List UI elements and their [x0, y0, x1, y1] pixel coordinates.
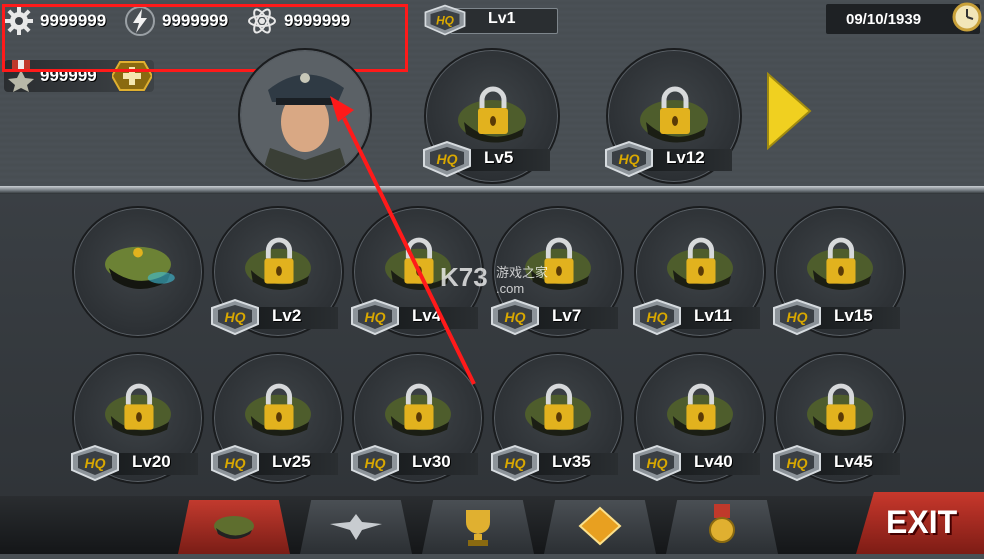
level-label-lv25: HQ Lv25	[208, 444, 338, 482]
next-page-button[interactable]	[766, 71, 812, 151]
officer-slot-unlocked[interactable]	[72, 206, 204, 338]
hq-badge-icon: HQ	[423, 140, 471, 178]
level-text: Lv25	[272, 452, 311, 471]
svg-text:HQ: HQ	[225, 309, 246, 325]
tab-resources[interactable]	[544, 500, 656, 554]
level-label-lv35: HQ Lv35	[488, 444, 618, 482]
svg-text:HQ: HQ	[85, 455, 106, 471]
level-text: Lv35	[552, 452, 591, 471]
level-text: Lv15	[834, 306, 873, 325]
officer-cap-icon	[105, 246, 175, 289]
level-label-lv12: HQ Lv12	[602, 140, 732, 178]
level-label-lv20: HQ Lv20	[68, 444, 198, 482]
svg-text:HQ: HQ	[787, 455, 808, 471]
svg-text:HQ: HQ	[647, 455, 668, 471]
svg-text:HQ: HQ	[437, 151, 458, 167]
hq-badge-icon: HQ	[491, 444, 539, 482]
wrench-wings-icon	[330, 514, 382, 540]
clock-icon	[952, 2, 982, 32]
officer-avatar-icon	[241, 51, 369, 179]
tab-achievements[interactable]	[422, 500, 534, 554]
level-text: Lv2	[272, 306, 302, 325]
section-divider	[0, 186, 984, 194]
hq-badge-icon: HQ	[211, 298, 259, 336]
svg-text:HQ: HQ	[505, 455, 526, 471]
hq-badge-icon: HQ	[633, 444, 681, 482]
arrow-right-icon	[767, 71, 812, 151]
level-text: Lv11	[694, 306, 732, 325]
level-label-lv11: HQ Lv11	[630, 298, 760, 336]
hq-badge-icon: HQ	[351, 444, 399, 482]
level-text: Lv30	[412, 452, 451, 471]
level-label-lv5: HQ Lv5	[420, 140, 550, 178]
hq-badge-icon: HQ	[605, 140, 653, 178]
tab-medals[interactable]	[666, 500, 778, 554]
level-label-lv45: HQ Lv45	[770, 444, 900, 482]
svg-text:HQ: HQ	[647, 309, 668, 325]
hq-level-text: Lv1	[488, 10, 516, 27]
hq-badge-icon: HQ	[71, 444, 119, 482]
exit-button[interactable]: EXIT	[856, 492, 984, 554]
hq-badge-icon: HQ	[773, 298, 821, 336]
level-text: Lv20	[132, 452, 171, 471]
exit-label: EXIT	[886, 504, 958, 540]
level-label-lv15: HQ Lv15	[770, 298, 900, 336]
level-label-lv7: HQ Lv7	[488, 298, 618, 336]
level-text: Lv45	[834, 452, 873, 471]
svg-text:HQ: HQ	[365, 455, 386, 471]
level-text: Lv4	[412, 306, 442, 325]
officer-portrait[interactable]	[238, 48, 372, 182]
level-text: Lv7	[552, 306, 582, 325]
diamond-icon	[578, 506, 622, 546]
level-text: Lv40	[694, 452, 733, 471]
watermark-sub: 游戏之家 .com	[496, 265, 549, 296]
clock-button[interactable]	[952, 2, 982, 32]
tab-upgrades[interactable]	[300, 500, 412, 554]
svg-text:HQ: HQ	[436, 13, 455, 27]
medal-icon	[709, 504, 735, 543]
svg-text:HQ: HQ	[619, 151, 640, 167]
hq-badge-icon: HQ	[351, 298, 399, 336]
hq-badge-icon: HQ	[211, 444, 259, 482]
hq-badge-icon: HQ	[773, 444, 821, 482]
trophy-icon	[466, 510, 490, 546]
hq-badge-icon: HQ	[491, 298, 539, 336]
svg-text:HQ: HQ	[365, 309, 386, 325]
svg-text:HQ: HQ	[225, 455, 246, 471]
level-label-lv30: HQ Lv30	[348, 444, 478, 482]
tab-officers[interactable]	[178, 500, 290, 554]
watermark-k73: K73	[440, 262, 488, 292]
level-label-lv40: HQ Lv40	[630, 444, 760, 482]
svg-text:HQ: HQ	[787, 309, 808, 325]
svg-text:HQ: HQ	[505, 309, 526, 325]
hq-badge-icon: HQ	[424, 4, 466, 36]
level-label-lv4: HQ Lv4	[348, 298, 478, 336]
hq-level-indicator: HQ Lv1	[422, 4, 560, 36]
level-label-lv2: HQ Lv2	[208, 298, 338, 336]
cap-icon	[214, 516, 254, 539]
hq-badge-icon: HQ	[633, 298, 681, 336]
